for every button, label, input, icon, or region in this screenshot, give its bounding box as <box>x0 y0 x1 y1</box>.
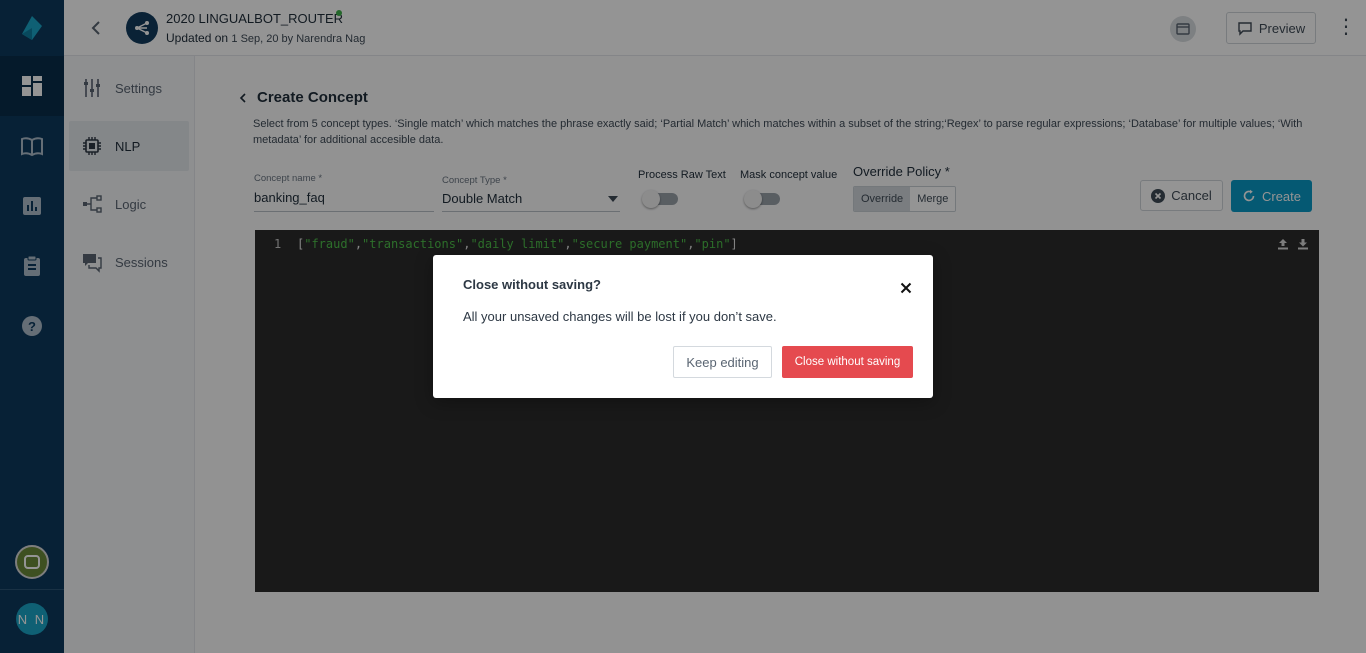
dialog-title: Close without saving? <box>463 277 601 292</box>
close-icon[interactable] <box>897 279 915 297</box>
keep-editing-button[interactable]: Keep editing <box>673 346 772 378</box>
dialog-message: All your unsaved changes will be lost if… <box>463 309 777 324</box>
close-without-saving-button[interactable]: Close without saving <box>782 346 913 378</box>
confirm-dialog: Close without saving? All your unsaved c… <box>433 255 933 398</box>
